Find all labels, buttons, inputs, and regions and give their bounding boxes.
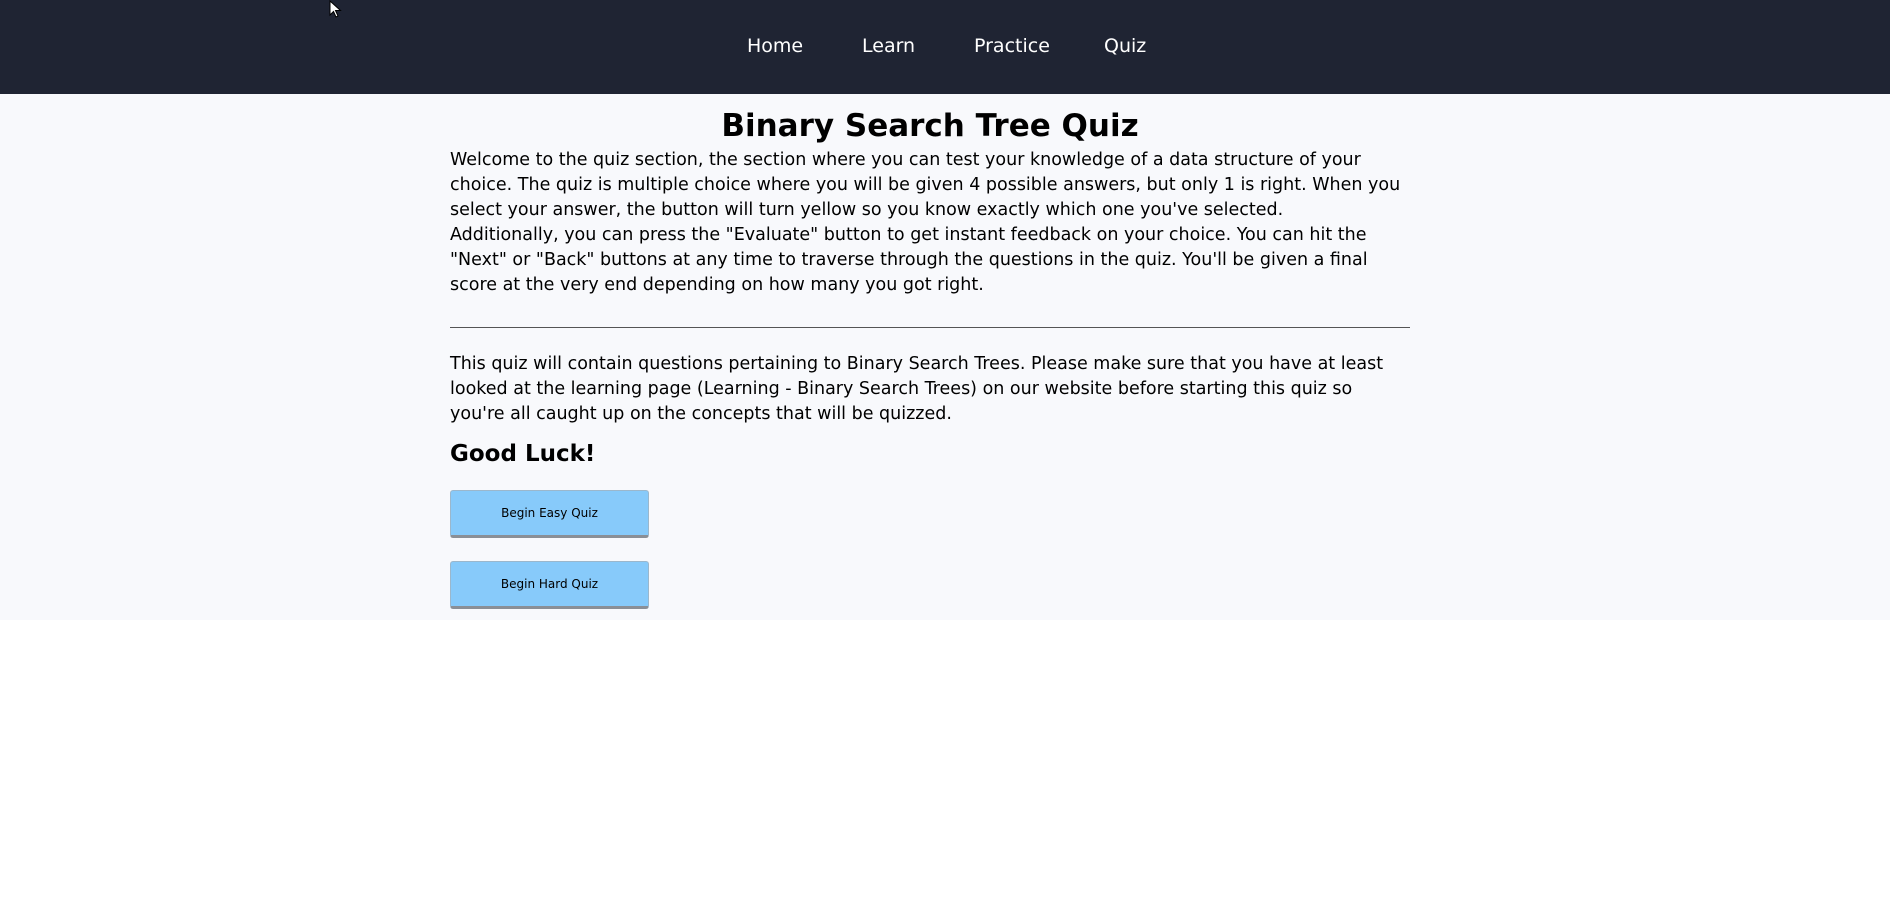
intro-paragraph: Welcome to the quiz section, the section… xyxy=(450,150,1401,220)
instructions-paragraph: Additionally, you can press the "Evaluat… xyxy=(450,225,1368,295)
nav-link-home[interactable]: Home xyxy=(747,34,803,58)
nav-link-learn[interactable]: Learn xyxy=(862,34,915,58)
mouse-pointer-icon xyxy=(329,0,342,18)
good-luck-heading: Good Luck! xyxy=(450,441,596,467)
page-title: Binary Search Tree Quiz xyxy=(721,108,1139,144)
main-content: Binary Search Tree Quiz Welcome to the q… xyxy=(0,94,1890,620)
section-divider xyxy=(450,327,1410,328)
top-navbar: Home Learn Practice Quiz xyxy=(0,0,1890,94)
topic-paragraph: This quiz will contain questions pertain… xyxy=(450,354,1384,424)
begin-hard-quiz-button[interactable]: Begin Hard Quiz xyxy=(450,561,649,609)
nav-link-quiz[interactable]: Quiz xyxy=(1104,34,1146,58)
nav-link-practice[interactable]: Practice xyxy=(974,34,1050,58)
nav-links: Home Learn Practice Quiz xyxy=(0,0,1890,94)
begin-easy-quiz-button[interactable]: Begin Easy Quiz xyxy=(450,490,649,538)
